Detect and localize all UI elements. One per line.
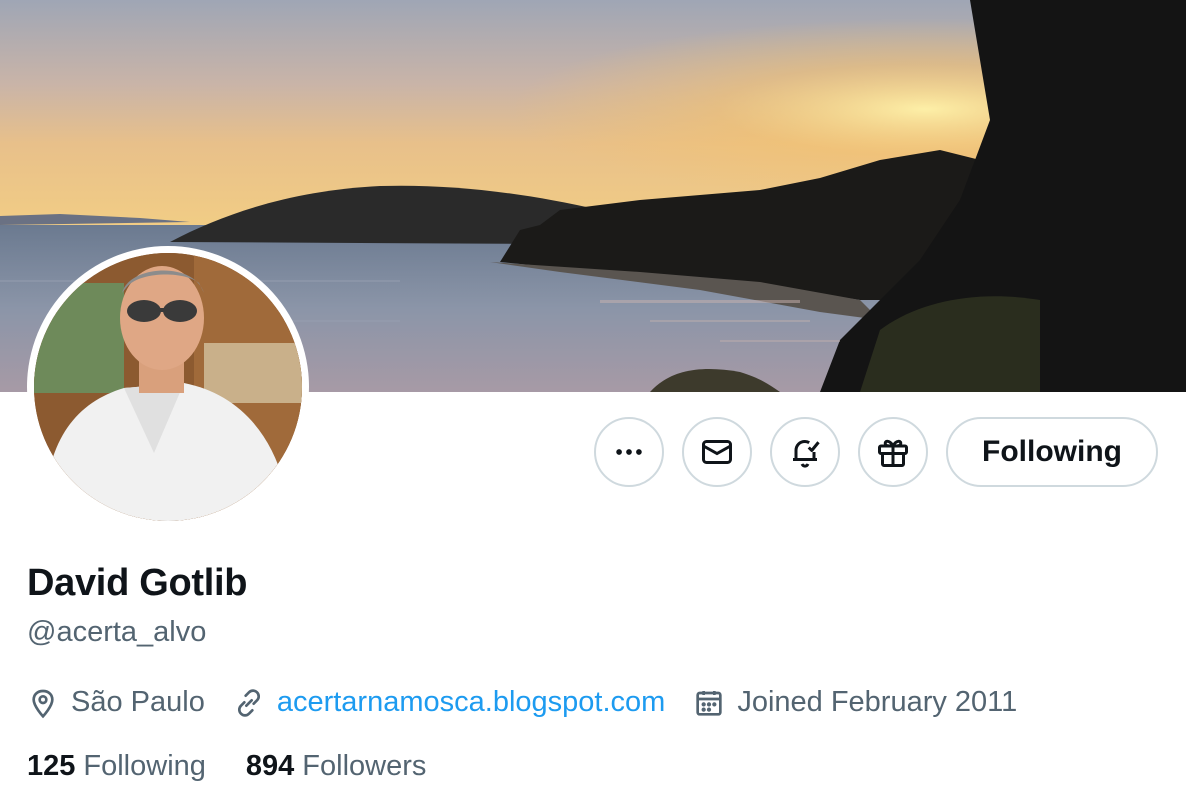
link-icon <box>237 688 260 717</box>
calendar-icon <box>696 690 722 716</box>
joined-item: Joined February 2011 <box>693 686 1017 719</box>
avatar-photo <box>34 253 302 521</box>
envelope-icon <box>702 440 733 464</box>
profile-meta: São Paulo acertarnamosca.blogspot.com Jo… <box>27 686 1045 719</box>
display-name: David Gotlib <box>27 562 248 604</box>
location-text: São Paulo <box>71 686 205 718</box>
gift-icon <box>878 439 909 467</box>
following-button[interactable]: Following <box>946 417 1158 487</box>
bell-check-icon <box>793 440 820 468</box>
followers-label: Followers <box>302 750 427 782</box>
message-button[interactable] <box>682 417 753 487</box>
website-link[interactable]: acertarnamosca.blogspot.com <box>277 686 665 719</box>
profile-avatar[interactable] <box>27 246 309 528</box>
map-pin-icon <box>32 689 54 718</box>
location-item: São Paulo <box>27 686 205 719</box>
follow-stats: 125 Following 894 Followers <box>27 750 466 783</box>
user-handle: @acerta_alvo <box>27 616 207 648</box>
profile-actions: Following <box>594 417 1158 487</box>
website-item: acertarnamosca.blogspot.com <box>233 686 665 719</box>
following-label: Following <box>83 750 206 782</box>
more-horizontal-icon <box>616 449 642 455</box>
notifications-button[interactable] <box>770 417 841 487</box>
followers-stat[interactable]: 894 Followers <box>246 750 426 783</box>
following-count: 125 <box>27 750 76 782</box>
gift-button[interactable] <box>858 417 929 487</box>
following-stat[interactable]: 125 Following <box>27 750 206 783</box>
joined-text: Joined February 2011 <box>737 686 1018 718</box>
more-button[interactable] <box>594 417 665 487</box>
followers-count: 894 <box>245 750 295 782</box>
